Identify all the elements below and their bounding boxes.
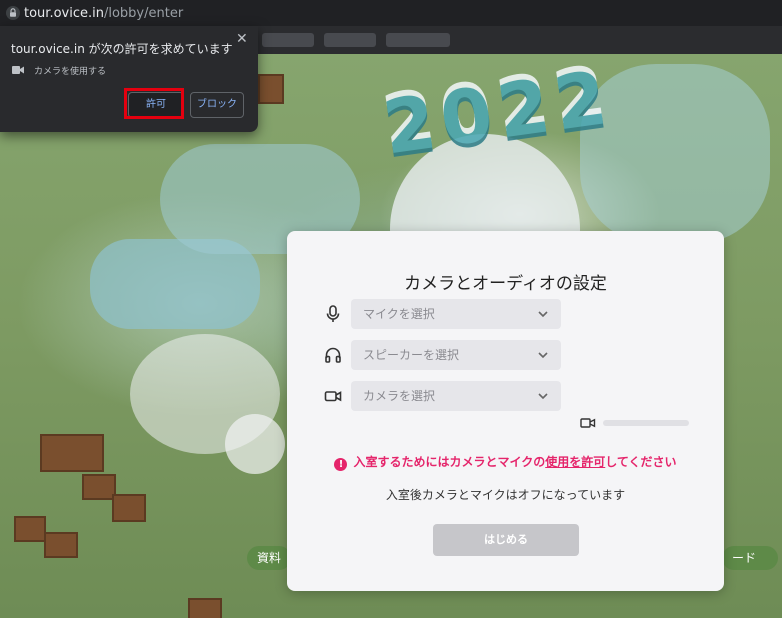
- chevron-down-icon: [538, 393, 548, 400]
- url-path: /lobby/enter: [103, 5, 184, 21]
- av-settings-modal: カメラとオーディオの設定 マイクを選択 スピーカーを選択 カメラを選択 ! 入室す…: [287, 231, 724, 591]
- speaker-select-label: スピーカーを選択: [363, 348, 460, 362]
- bookmark-item[interactable]: [262, 33, 314, 47]
- video-camera-icon: [324, 391, 342, 402]
- permission-popup: tour.ovice.in が次の許可を求めています ✕ カメラを使用する 許可…: [0, 26, 258, 132]
- speaker-select[interactable]: スピーカーを選択: [351, 340, 561, 370]
- chevron-down-icon: [538, 352, 548, 359]
- camera-select[interactable]: カメラを選択: [351, 381, 561, 411]
- crate: [44, 532, 78, 558]
- block-button[interactable]: ブロック: [190, 92, 244, 118]
- browser-url-bar[interactable]: tour.ovice.in/lobby/enter: [0, 0, 782, 26]
- permission-camera-label: カメラを使用する: [34, 67, 107, 77]
- crate: [14, 516, 46, 542]
- mic-select[interactable]: マイクを選択: [351, 299, 561, 329]
- crate: [82, 474, 116, 500]
- allow-highlight-box: [124, 88, 184, 119]
- start-button[interactable]: はじめる: [433, 524, 579, 556]
- video-camera-icon: [580, 418, 596, 428]
- crate: [188, 598, 222, 618]
- url-host: tour.ovice.in: [24, 5, 104, 21]
- warning-suffix: してください: [605, 455, 677, 469]
- scene-chip-left[interactable]: 資料: [247, 546, 292, 570]
- permission-warning: ! 入室するためにはカメラとマイクの使用を許可してください: [287, 453, 724, 471]
- chevron-down-icon: [538, 311, 548, 318]
- alert-icon: !: [334, 458, 348, 471]
- close-icon[interactable]: ✕: [236, 31, 248, 47]
- camera-preview-bar: [603, 420, 689, 426]
- permission-title: tour.ovice.in が次の許可を求めています: [11, 42, 233, 56]
- headphones-icon: [325, 347, 341, 363]
- modal-title: カメラとオーディオの設定: [404, 274, 607, 294]
- bookmark-item[interactable]: [386, 33, 450, 47]
- camera-icon: [12, 66, 24, 74]
- camera-select-label: カメラを選択: [363, 389, 436, 403]
- scene-chip-right[interactable]: ード: [722, 546, 778, 570]
- lock-icon: [6, 6, 20, 20]
- crate: [258, 74, 284, 104]
- bookmark-item[interactable]: [324, 33, 376, 47]
- allow-usage-link[interactable]: 使用を許可: [545, 455, 605, 469]
- crate: [40, 434, 104, 472]
- snow-patch: [225, 414, 285, 474]
- mic-select-label: マイクを選択: [363, 307, 435, 321]
- off-note: 入室後カメラとマイクはオフになっています: [385, 488, 626, 502]
- crate: [112, 494, 146, 522]
- warning-prefix: 入室するためにはカメラとマイクの: [353, 455, 546, 469]
- microphone-icon: [326, 305, 340, 322]
